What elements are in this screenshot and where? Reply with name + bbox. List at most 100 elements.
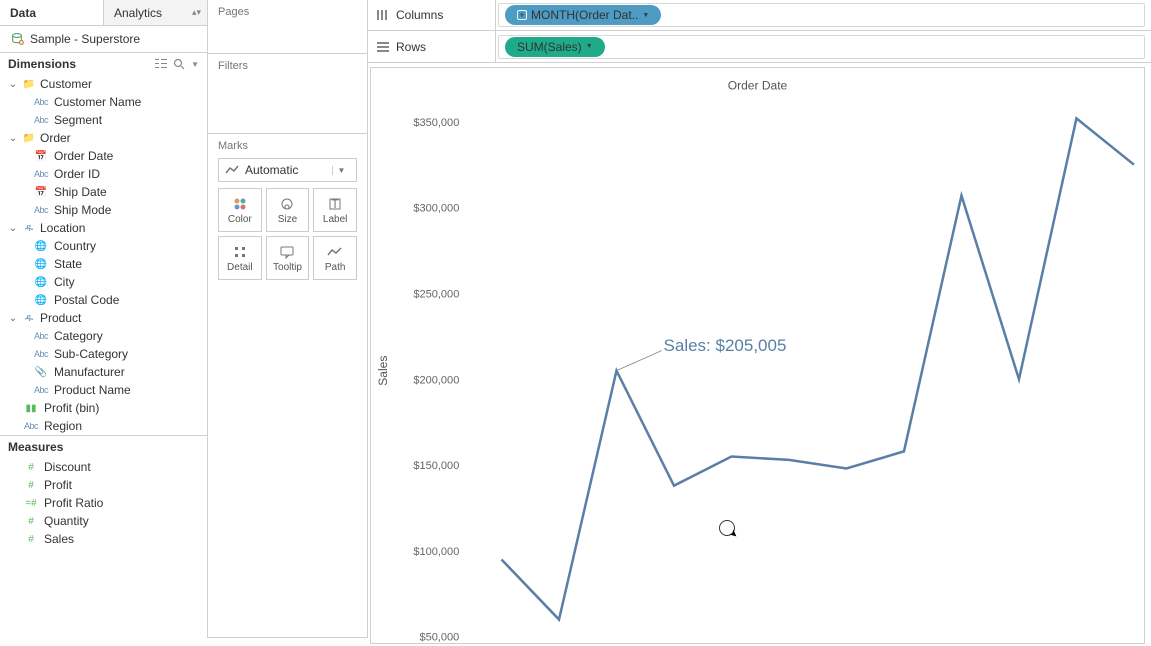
- chart-title: Order Date: [728, 79, 788, 93]
- dim-city[interactable]: 🌐City: [0, 273, 207, 291]
- annotation-leader: [616, 351, 661, 371]
- geo-type-icon: 🌐: [34, 258, 48, 270]
- tab-analytics[interactable]: Analytics ▴▾: [104, 0, 207, 25]
- dim-postal-code[interactable]: 🌐Postal Code: [0, 291, 207, 309]
- number-type-icon: #: [24, 515, 38, 527]
- folder-label: Order: [40, 131, 71, 145]
- plus-icon: +: [517, 10, 527, 20]
- text-type-icon: Abc: [24, 420, 38, 432]
- annotation-label[interactable]: Sales: $205,005: [664, 336, 787, 356]
- viz-canvas[interactable]: Order Date Sales $50,000$100,000$150,000…: [370, 67, 1145, 644]
- rows-label: Rows: [396, 40, 426, 54]
- search-icon[interactable]: [173, 58, 185, 70]
- text-type-icon: Abc: [34, 114, 48, 126]
- marks-card: Marks Automatic ▼ Color Size TLabel Deta…: [208, 134, 367, 638]
- chevron-down-icon: ⌄: [8, 223, 18, 234]
- folder-icon: 📁: [22, 78, 36, 90]
- dim-ship-date[interactable]: 📅Ship Date: [0, 183, 207, 201]
- columns-icon: [376, 9, 390, 21]
- cursor-icon: [719, 520, 735, 536]
- geo-type-icon: 🌐: [34, 294, 48, 306]
- size-icon: [278, 196, 296, 212]
- text-type-icon: Abc: [34, 96, 48, 108]
- dim-customer-name[interactable]: AbcCustomer Name: [0, 93, 207, 111]
- svg-text:$200,000: $200,000: [413, 374, 459, 386]
- menu-caret-icon[interactable]: ▼: [191, 60, 199, 69]
- text-type-icon: Abc: [34, 204, 48, 216]
- dim-country[interactable]: 🌐Country: [0, 237, 207, 255]
- folder-product[interactable]: ⌄ ዱ Product: [0, 309, 207, 327]
- meas-sales[interactable]: #Sales: [0, 530, 207, 548]
- mark-label[interactable]: TLabel: [313, 188, 357, 232]
- pages-label: Pages: [218, 6, 357, 18]
- text-type-icon: Abc: [34, 384, 48, 396]
- data-pane: Data Analytics ▴▾ Sample - Superstore Di…: [0, 0, 208, 638]
- folder-order[interactable]: ⌄ 📁 Order: [0, 129, 207, 147]
- dim-segment[interactable]: AbcSegment: [0, 111, 207, 129]
- mark-path[interactable]: Path: [313, 236, 357, 280]
- detail-icon: [231, 244, 249, 260]
- dim-product-name[interactable]: AbcProduct Name: [0, 381, 207, 399]
- text-type-icon: Abc: [34, 330, 48, 342]
- chevron-down-icon: ▼: [586, 43, 593, 50]
- mark-type-value: Automatic: [245, 163, 298, 177]
- date-type-icon: 📅: [34, 186, 48, 198]
- folder-location[interactable]: ⌄ ዱ Location: [0, 219, 207, 237]
- dim-state[interactable]: 🌐State: [0, 255, 207, 273]
- dim-region[interactable]: AbcRegion: [0, 417, 207, 435]
- columns-label: Columns: [396, 8, 443, 22]
- dim-ship-mode[interactable]: AbcShip Mode: [0, 201, 207, 219]
- worksheet-pane: Columns + MONTH(Order Dat.. ▼ Rows SUM(S…: [368, 0, 1151, 638]
- pages-card[interactable]: Pages: [208, 0, 367, 54]
- mark-tooltip[interactable]: Tooltip: [266, 236, 310, 280]
- columns-shelf[interactable]: Columns + MONTH(Order Dat.. ▼: [368, 0, 1151, 31]
- datasource-row[interactable]: Sample - Superstore: [0, 26, 207, 53]
- meas-profit-ratio[interactable]: =#Profit Ratio: [0, 494, 207, 512]
- svg-text:$250,000: $250,000: [413, 288, 459, 300]
- cards-pane: Pages Filters Marks Automatic ▼ Color Si…: [208, 0, 368, 638]
- hierarchy-icon: ዱ: [22, 222, 36, 234]
- hierarchy-icon: ዱ: [22, 312, 36, 324]
- dimensions-header: Dimensions ▼: [0, 53, 207, 75]
- mark-type-select[interactable]: Automatic ▼: [218, 158, 357, 182]
- rows-icon: [376, 41, 390, 53]
- folder-label: Customer: [40, 77, 92, 91]
- chevron-down-icon: ⌄: [8, 313, 18, 324]
- svg-text:$300,000: $300,000: [413, 203, 459, 215]
- dim-category[interactable]: AbcCategory: [0, 327, 207, 345]
- marks-label: Marks: [218, 140, 357, 152]
- geo-type-icon: 🌐: [34, 276, 48, 288]
- path-icon: [326, 244, 344, 260]
- dimensions-tree: ⌄ 📁 Customer AbcCustomer Name AbcSegment…: [0, 75, 207, 638]
- color-icon: [231, 196, 249, 212]
- filters-card[interactable]: Filters: [208, 54, 367, 134]
- meas-profit[interactable]: #Profit: [0, 476, 207, 494]
- dim-sub-category[interactable]: AbcSub-Category: [0, 345, 207, 363]
- dim-order-date[interactable]: 📅Order Date: [0, 147, 207, 165]
- updown-icon: ▴▾: [192, 10, 201, 15]
- list-view-icon[interactable]: [155, 58, 167, 70]
- dim-order-id[interactable]: AbcOrder ID: [0, 165, 207, 183]
- dim-manufacturer[interactable]: 📎Manufacturer: [0, 363, 207, 381]
- chevron-down-icon: ▼: [332, 166, 350, 175]
- datasource-name: Sample - Superstore: [30, 32, 140, 46]
- mark-size[interactable]: Size: [266, 188, 310, 232]
- text-type-icon: Abc: [34, 348, 48, 360]
- chevron-down-icon: ▼: [642, 12, 649, 19]
- dim-profit-bin[interactable]: ▮▮Profit (bin): [0, 399, 207, 417]
- text-type-icon: Abc: [34, 168, 48, 180]
- mark-color[interactable]: Color: [218, 188, 262, 232]
- tab-data[interactable]: Data: [0, 0, 104, 25]
- rows-pill[interactable]: SUM(Sales) ▼: [505, 37, 605, 57]
- meas-quantity[interactable]: #Quantity: [0, 512, 207, 530]
- number-type-icon: =#: [24, 497, 38, 509]
- y-axis-label: Sales: [376, 356, 390, 386]
- folder-customer[interactable]: ⌄ 📁 Customer: [0, 75, 207, 93]
- meas-discount[interactable]: #Discount: [0, 458, 207, 476]
- columns-pill[interactable]: + MONTH(Order Dat.. ▼: [505, 5, 661, 25]
- number-type-icon: #: [24, 479, 38, 491]
- tab-analytics-label: Analytics: [114, 6, 162, 20]
- mark-detail[interactable]: Detail: [218, 236, 262, 280]
- dimensions-label: Dimensions: [8, 57, 76, 71]
- rows-shelf[interactable]: Rows SUM(Sales) ▼: [368, 31, 1151, 62]
